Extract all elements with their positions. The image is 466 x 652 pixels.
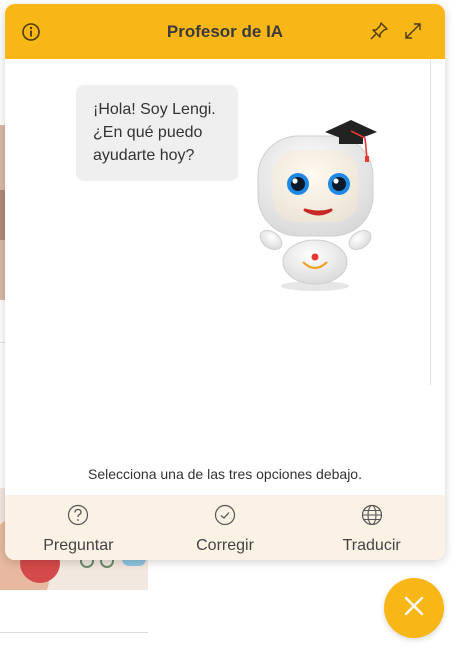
ask-button[interactable]: Preguntar: [5, 495, 152, 560]
ask-button-label: Preguntar: [43, 537, 114, 554]
correct-button-label: Corregir: [196, 537, 254, 554]
assistant-message-text: ¡Hola! Soy Lengi. ¿En qué puedo ayudarte…: [93, 101, 216, 164]
assistant-message-bubble: ¡Hola! Soy Lengi. ¿En qué puedo ayudarte…: [76, 85, 238, 181]
translate-button[interactable]: Traducir: [298, 495, 445, 560]
close-chat-button[interactable]: [384, 578, 444, 638]
translate-button-label: Traducir: [342, 537, 401, 554]
background-divider: [0, 632, 148, 633]
panel-header: Profesor de IA: [5, 4, 445, 59]
panel-title: Profesor de IA: [166, 21, 284, 41]
correct-button[interactable]: Corregir: [152, 495, 299, 560]
check-icon: [214, 504, 236, 531]
expand-icon[interactable]: [403, 21, 423, 41]
instruction-text: Selecciona una de las tres opciones deba…: [88, 466, 362, 482]
robot-mascot-icon: [243, 114, 383, 292]
info-icon[interactable]: [21, 22, 41, 42]
question-icon: [67, 504, 89, 531]
ai-tutor-panel: Profesor de IA ¡Hola! Soy Lengi. ¿En qué…: [5, 4, 445, 560]
globe-icon: [361, 504, 383, 531]
scrollbar[interactable]: [430, 59, 431, 385]
pin-icon[interactable]: [369, 21, 389, 41]
close-icon: [402, 594, 426, 623]
options-bar: Preguntar Corregir Traducir: [5, 495, 445, 560]
